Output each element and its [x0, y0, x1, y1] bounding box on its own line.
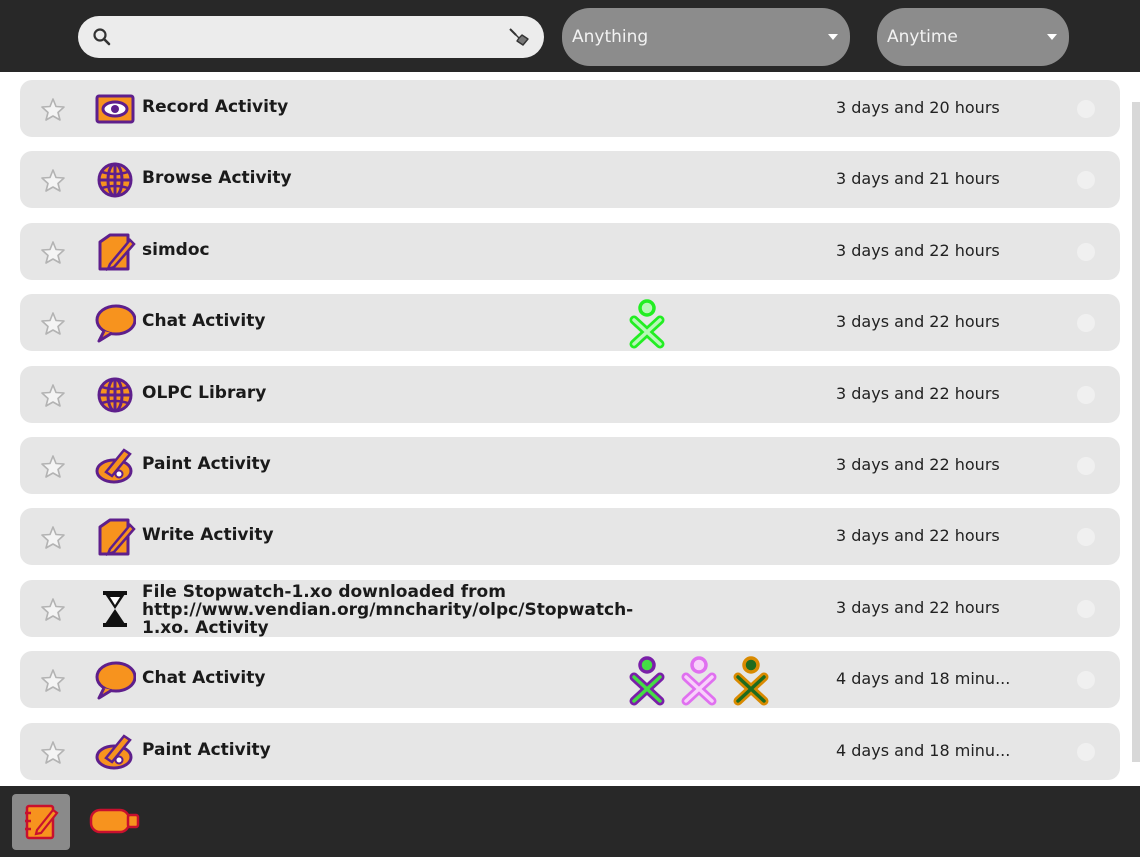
entry-detail-button[interactable]: [1077, 100, 1095, 118]
entry-date: 3 days and 22 hours: [836, 312, 1000, 332]
entry-title[interactable]: OLPC Library: [142, 383, 266, 403]
favorite-star-icon[interactable]: [40, 240, 66, 264]
favorite-star-icon[interactable]: [40, 383, 66, 407]
entry-date: 3 days and 22 hours: [836, 597, 1000, 617]
favorite-star-icon[interactable]: [40, 740, 66, 764]
filter-type-combo[interactable]: Anything: [562, 8, 850, 66]
favorite-star-icon[interactable]: [40, 454, 66, 478]
entry-title[interactable]: Browse Activity: [142, 168, 292, 188]
journal-entry-list[interactable]: Record Activity 3 days and 20 hours Browse…: [0, 72, 1140, 786]
entry-detail-button[interactable]: [1077, 742, 1095, 761]
search-box[interactable]: [78, 16, 544, 58]
journal-entry-row[interactable]: simdoc 3 days and 22 hours: [20, 222, 1120, 280]
entry-detail-button[interactable]: [1077, 528, 1095, 547]
entry-title[interactable]: Record Activity: [142, 97, 288, 117]
favorite-star-icon[interactable]: [40, 668, 66, 692]
hourglass-download-icon[interactable]: [94, 589, 136, 629]
buddy-xo-icon[interactable]: [729, 654, 773, 706]
buddy-xo-icon[interactable]: [677, 654, 721, 706]
scrollbar[interactable]: [1132, 102, 1140, 762]
entry-detail-button[interactable]: [1077, 599, 1095, 618]
record-activity-icon[interactable]: [94, 89, 136, 129]
entry-date: 4 days and 18 minu...: [836, 740, 1011, 760]
chevron-down-icon: [1047, 34, 1057, 40]
journal-toolbar: Anything Anytime: [0, 0, 1140, 72]
entry-date: 3 days and 22 hours: [836, 526, 1000, 546]
write-document-icon[interactable]: [94, 517, 136, 557]
favorite-star-icon[interactable]: [40, 525, 66, 550]
journal-entry-row[interactable]: Browse Activity 3 days and 21 hours: [20, 151, 1120, 209]
filter-type-label: Anything: [572, 27, 649, 47]
write-document-icon[interactable]: [94, 232, 136, 272]
entry-title[interactable]: Chat Activity: [142, 311, 265, 331]
entry-date: 3 days and 22 hours: [836, 383, 1000, 403]
favorite-star-icon[interactable]: [40, 168, 66, 193]
journal-entry-row[interactable]: Chat Activity 3 days and 22 hours: [20, 294, 1120, 352]
clear-search-icon[interactable]: [508, 26, 532, 48]
entry-date: 4 days and 18 minu...: [836, 669, 1011, 689]
journal-entry-row[interactable]: Paint Activity 4 days and 18 minu...: [20, 722, 1120, 780]
journal-entry-row[interactable]: Chat Activity 4 days and 18 minu...: [20, 651, 1120, 709]
device-bar: [0, 786, 1140, 857]
entry-detail-button[interactable]: [1077, 242, 1095, 261]
browse-activity-icon[interactable]: [94, 375, 136, 415]
search-input[interactable]: [122, 24, 492, 50]
browse-activity-icon[interactable]: [94, 160, 136, 200]
journal-button[interactable]: [12, 794, 70, 850]
entry-title[interactable]: Chat Activity: [142, 668, 265, 688]
favorite-star-icon[interactable]: [40, 597, 66, 621]
journal-entry-row[interactable]: Write Activity 3 days and 22 hours: [20, 508, 1120, 566]
filter-date-label: Anytime: [887, 27, 958, 47]
entry-title[interactable]: Write Activity: [142, 525, 274, 545]
buddy-xo-icon[interactable]: [625, 297, 669, 349]
paint-activity-icon[interactable]: [94, 446, 136, 486]
entry-title[interactable]: Paint Activity: [142, 740, 271, 760]
entry-detail-button[interactable]: [1077, 671, 1095, 690]
chat-activity-icon[interactable]: [94, 303, 136, 343]
journal-entry-row[interactable]: File Stopwatch-1.xo downloaded from http…: [20, 579, 1120, 637]
entry-date: 3 days and 22 hours: [836, 455, 1000, 474]
favorite-star-icon[interactable]: [40, 311, 66, 335]
entry-detail-button[interactable]: [1077, 314, 1095, 333]
entry-title[interactable]: Paint Activity: [142, 454, 271, 474]
entry-detail-button[interactable]: [1077, 385, 1095, 404]
paint-activity-icon[interactable]: [94, 732, 136, 772]
entry-detail-button[interactable]: [1077, 171, 1095, 190]
chevron-down-icon: [828, 34, 838, 40]
buddy-xo-icon[interactable]: [625, 654, 669, 706]
journal-entry-row[interactable]: OLPC Library 3 days and 22 hours: [20, 365, 1120, 423]
usb-device-icon[interactable]: [88, 804, 142, 838]
search-icon: [93, 28, 111, 46]
entry-date: 3 days and 20 hours: [836, 98, 1000, 117]
filter-date-combo[interactable]: Anytime: [877, 8, 1069, 66]
entry-date: 3 days and 21 hours: [836, 169, 1000, 189]
entry-title[interactable]: simdoc: [142, 240, 210, 260]
journal-entry-row[interactable]: Record Activity 3 days and 20 hours: [20, 80, 1120, 137]
entry-detail-button[interactable]: [1077, 457, 1095, 475]
favorite-star-icon[interactable]: [40, 97, 66, 121]
entry-title[interactable]: File Stopwatch-1.xo downloaded from http…: [142, 583, 662, 637]
journal-entry-row[interactable]: Paint Activity 3 days and 22 hours: [20, 437, 1120, 494]
entry-date: 3 days and 22 hours: [836, 240, 1000, 260]
journal-icon: [25, 804, 59, 840]
chat-activity-icon[interactable]: [94, 660, 136, 700]
